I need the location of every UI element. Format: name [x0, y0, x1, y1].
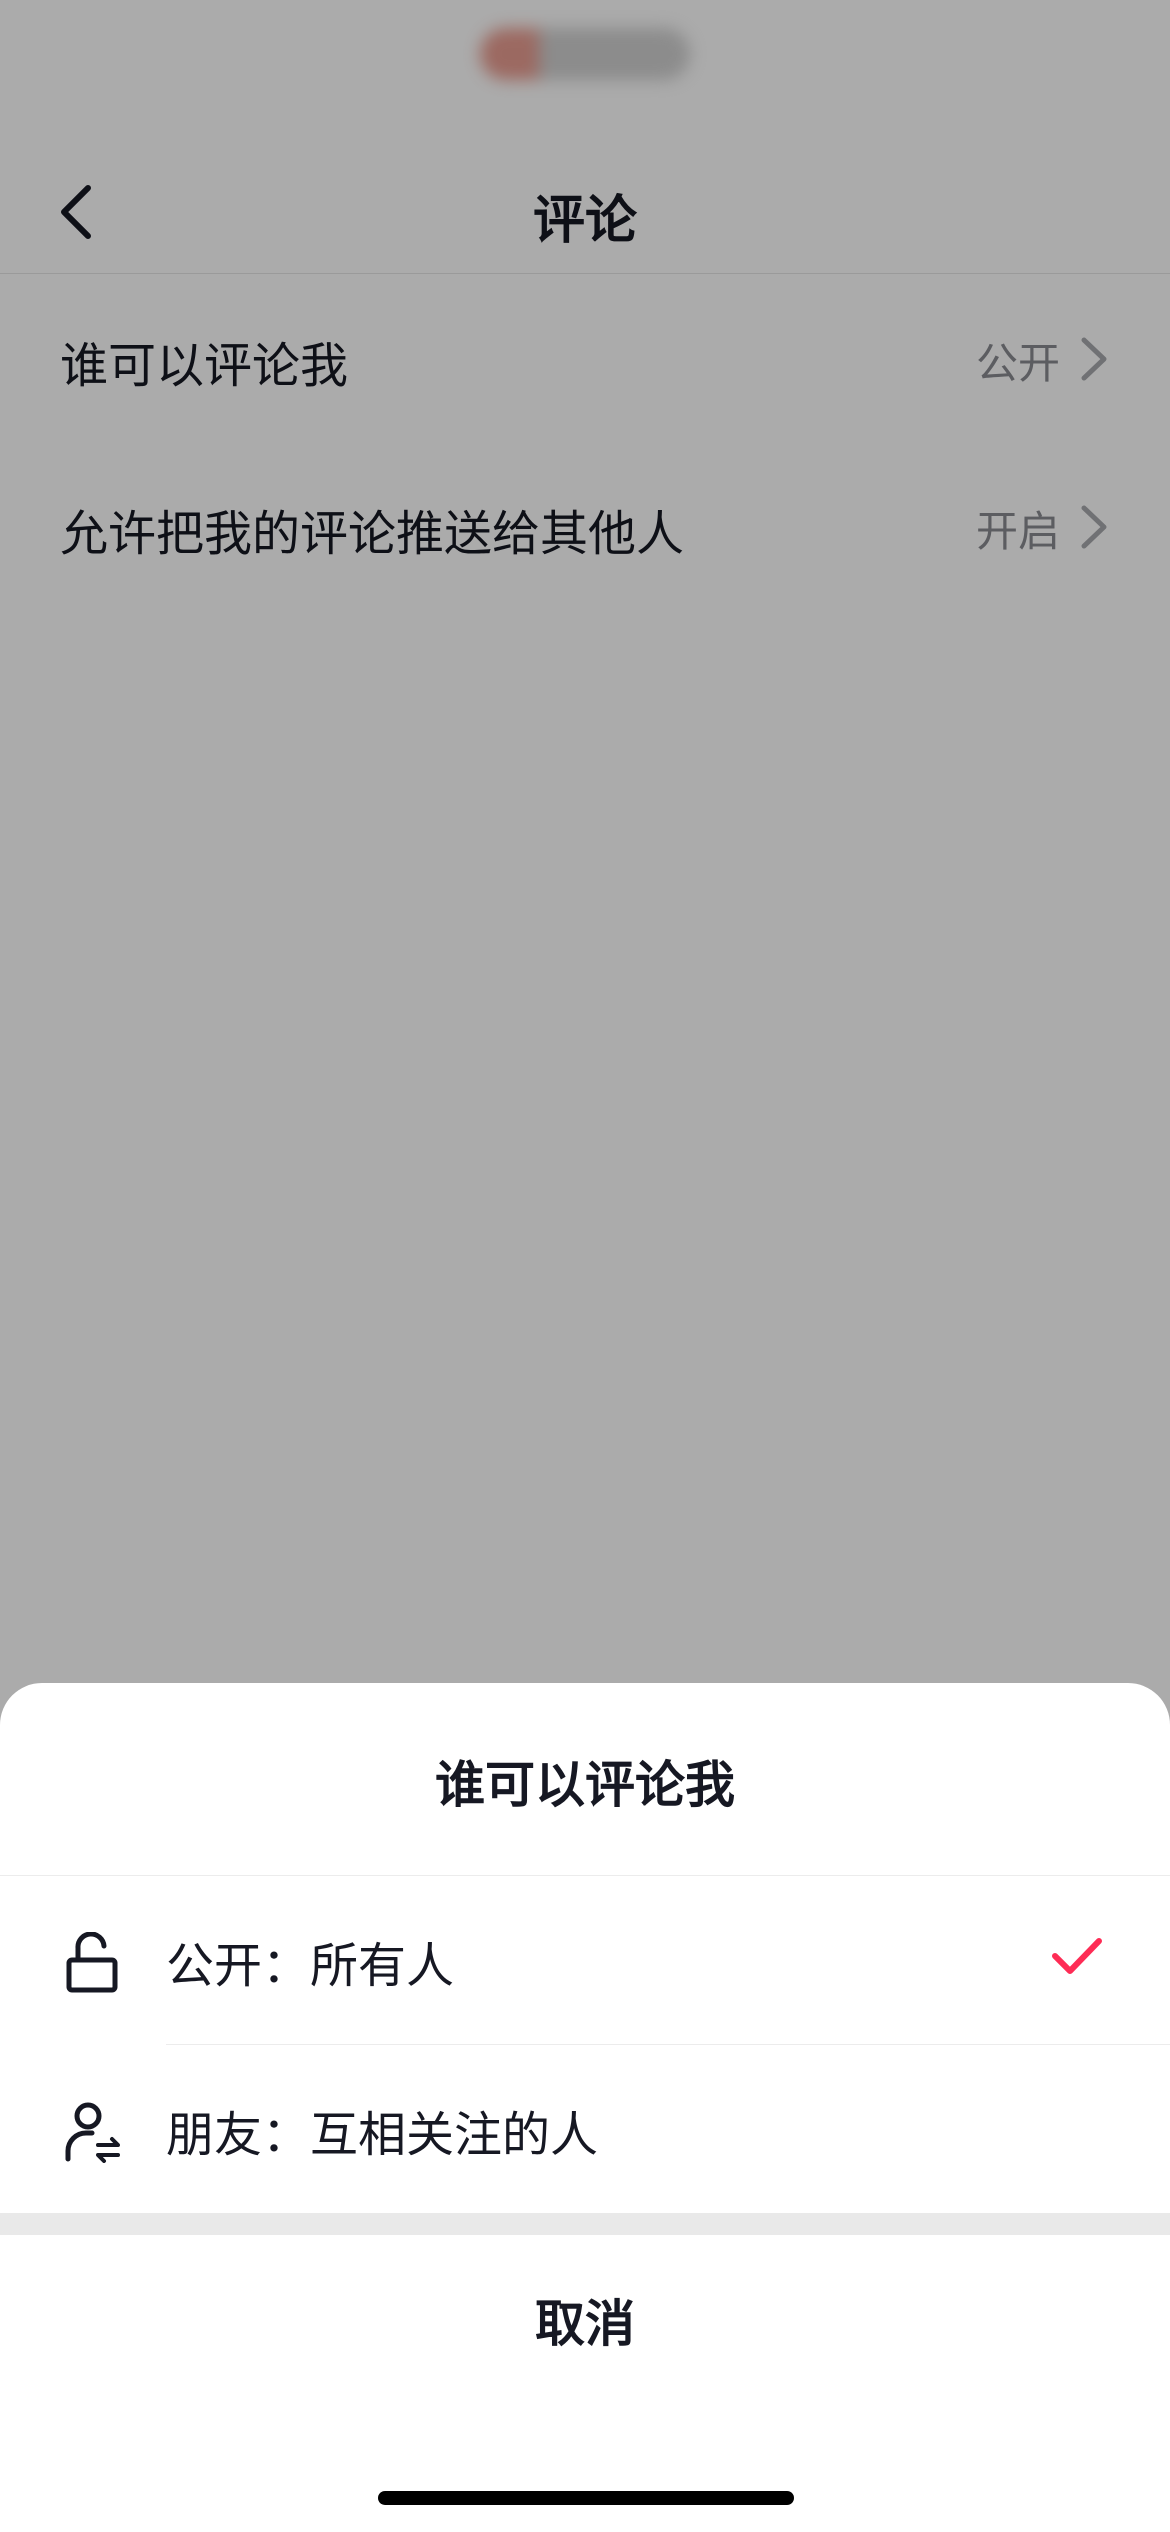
sheet-title: 谁可以评论我 — [435, 1756, 735, 1814]
check-icon — [1052, 1938, 1102, 1974]
option-label: 朋友：互相关注的人 — [166, 2107, 599, 2163]
option-friends[interactable]: 朋友：互相关注的人 — [0, 2045, 1170, 2213]
home-indicator[interactable] — [378, 2491, 794, 2505]
unlock-icon — [66, 1932, 118, 1993]
mutual-follow-user-icon — [65, 2102, 120, 2163]
option-label: 公开：所有人 — [166, 1938, 455, 1994]
cancel-button[interactable]: 取消 — [0, 2235, 1170, 2405]
bottom-sheet: 谁可以评论我 公开：所有人 朋友：互相关注的人 取消 — [0, 1683, 1170, 2532]
sheet-gap — [0, 2213, 1170, 2235]
option-public[interactable]: 公开：所有人 — [0, 1876, 1170, 2044]
screen: 3:53 评论 谁可以评论我 公开 允许把我的评论推送给其他人 开启 谁可以评论… — [0, 0, 1170, 2532]
